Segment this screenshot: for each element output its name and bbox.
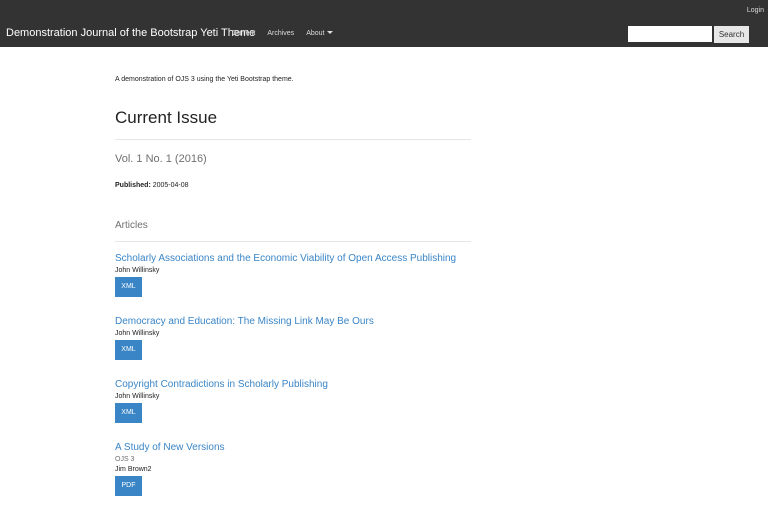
- nav-current[interactable]: Current: [232, 30, 255, 37]
- article-subtitle: OJS 3: [115, 456, 135, 463]
- galley-pdf-button[interactable]: PDF: [115, 476, 142, 496]
- galley-xml-button[interactable]: XML: [115, 340, 142, 360]
- journal-description: A demonstration of OJS 3 using the Yeti …: [115, 76, 294, 83]
- article-item: Scholarly Associations and the Economic …: [115, 253, 471, 297]
- published-label: Published:: [115, 182, 151, 189]
- nav-archives[interactable]: Archives: [267, 30, 294, 37]
- galley-xml-button[interactable]: XML: [115, 277, 142, 297]
- chevron-down-icon: [327, 31, 334, 34]
- published-date: 2005-04-08: [152, 182, 189, 189]
- published-info: Published: 2005-04-08: [115, 182, 189, 189]
- login-link[interactable]: Login: [747, 7, 764, 14]
- article-author: John Willinsky: [115, 267, 160, 274]
- article-title-link[interactable]: Scholarly Associations and the Economic …: [115, 253, 471, 265]
- navbar: Login Demonstration Journal of the Boots…: [0, 0, 768, 47]
- galley-xml-button[interactable]: XML: [115, 403, 142, 423]
- issue-volume: Vol. 1 No. 1 (2016): [115, 153, 207, 165]
- articles-heading: Articles: [115, 220, 148, 231]
- article-author: John Willinsky: [115, 330, 160, 337]
- primary-nav: Current Archives About: [232, 30, 334, 37]
- nav-about-label: About: [306, 30, 325, 37]
- article-item: A Study of New Versions OJS 3 Jim Brown2…: [115, 442, 471, 496]
- search-button[interactable]: Search: [714, 26, 749, 43]
- divider: [115, 241, 471, 242]
- article-title-link[interactable]: A Study of New Versions: [115, 442, 471, 454]
- page-title: Current Issue: [115, 108, 218, 127]
- nav-about[interactable]: About: [306, 30, 334, 37]
- search-input[interactable]: [628, 26, 712, 42]
- journal-brand-link[interactable]: Demonstration Journal of the Bootstrap Y…: [6, 27, 255, 39]
- article-item: Democracy and Education: The Missing Lin…: [115, 316, 471, 360]
- article-author: Jim Brown2: [115, 466, 152, 473]
- article-item: Copyright Contradictions in Scholarly Pu…: [115, 379, 471, 423]
- article-title-link[interactable]: Copyright Contradictions in Scholarly Pu…: [115, 379, 471, 391]
- article-title-link[interactable]: Democracy and Education: The Missing Lin…: [115, 316, 471, 328]
- article-author: John Willinsky: [115, 393, 160, 400]
- divider: [115, 139, 471, 140]
